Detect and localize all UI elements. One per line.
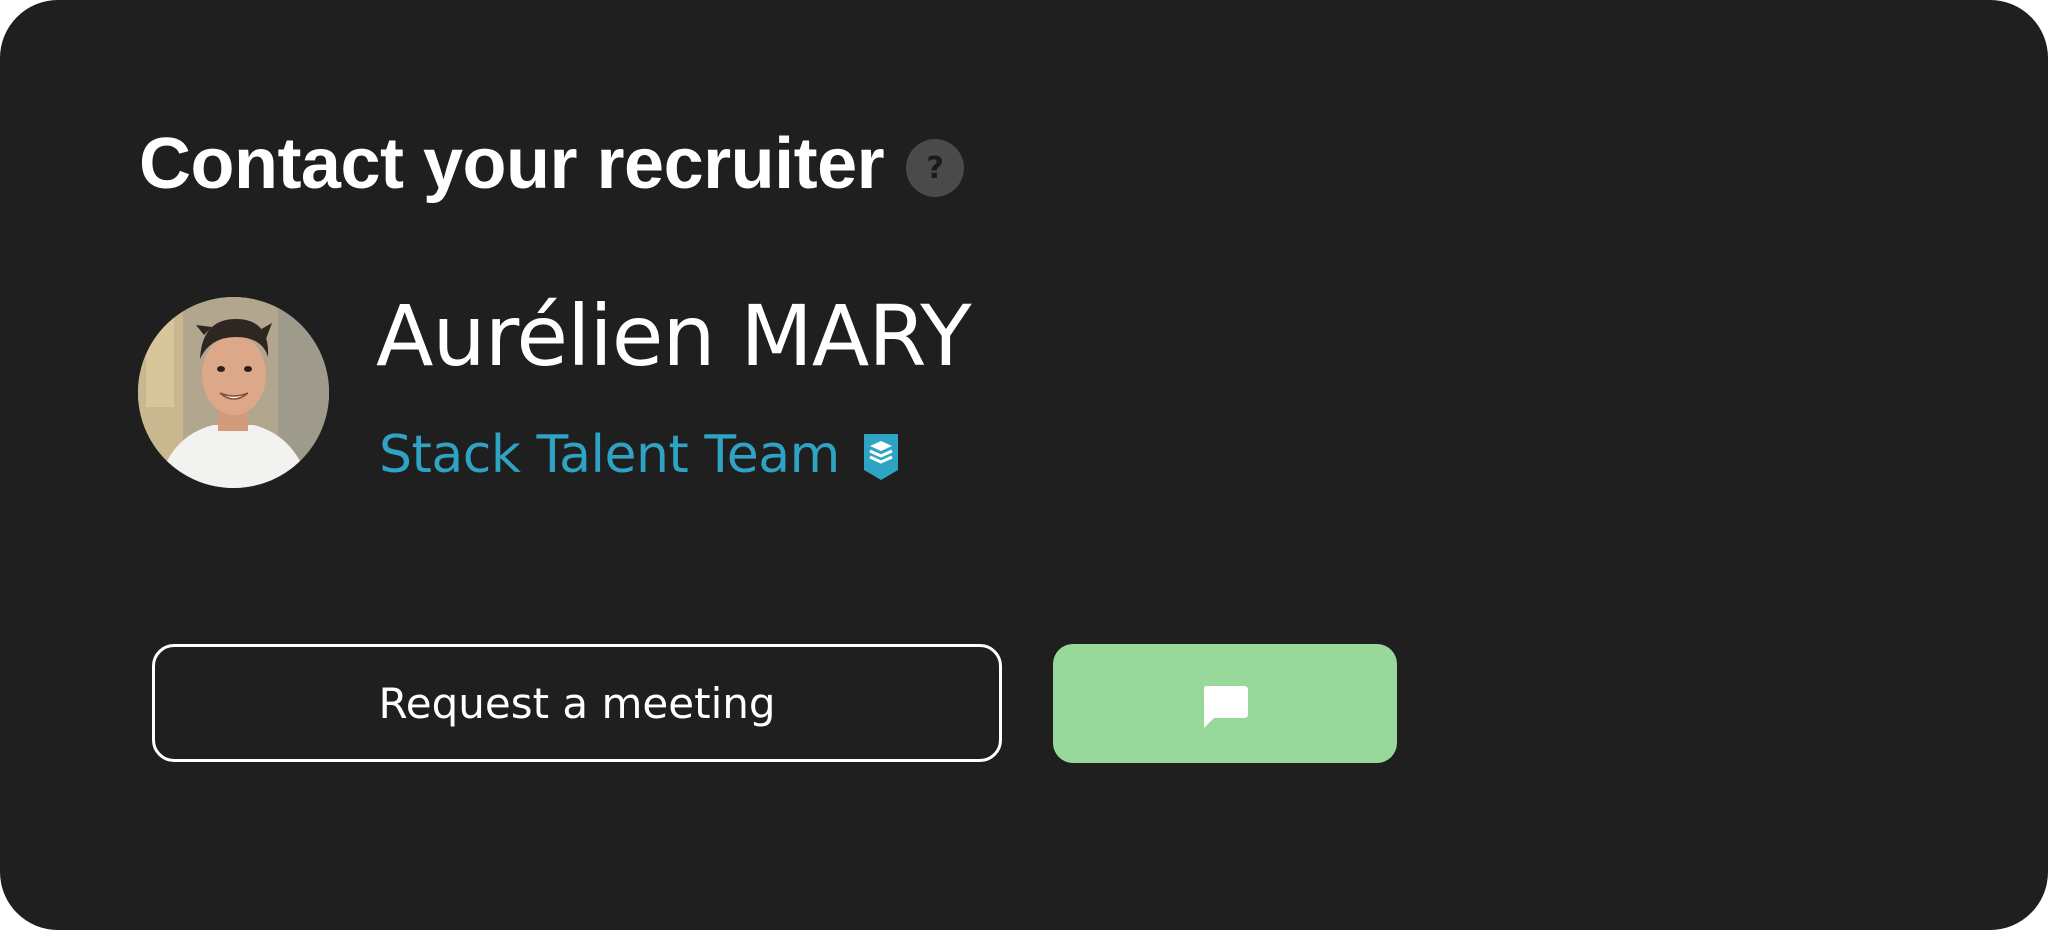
- recruiter-team: Stack Talent Team: [379, 428, 900, 482]
- recruiter-contact-card: Contact your recruiter ? Aurélien MARY S…: [0, 0, 2048, 930]
- request-meeting-button[interactable]: Request a meeting: [152, 644, 1002, 762]
- team-label: Stack Talent Team: [379, 425, 840, 485]
- chat-button[interactable]: [1053, 644, 1397, 763]
- card-header: Contact your recruiter ?: [139, 118, 965, 210]
- stack-shield-icon: [863, 434, 898, 480]
- chat-bubble-icon: [1204, 685, 1248, 728]
- request-meeting-label: Request a meeting: [378, 678, 776, 728]
- avatar: [138, 297, 329, 488]
- question-mark-icon[interactable]: ?: [906, 139, 965, 197]
- recruiter-name: Aurélien MARY: [376, 287, 972, 385]
- recruiter-photo: [138, 297, 329, 488]
- card-title: Contact your recruiter: [139, 124, 885, 204]
